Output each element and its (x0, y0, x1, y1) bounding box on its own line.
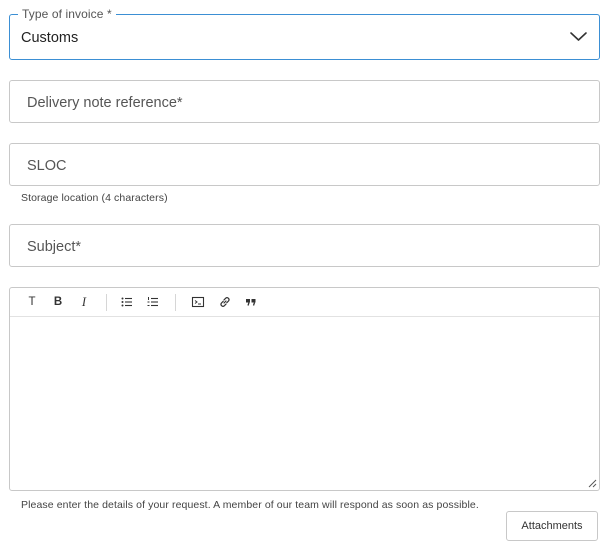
bold-button[interactable]: B (51, 295, 65, 309)
invoice-type-select[interactable]: Type of invoice * Customs (9, 7, 600, 60)
delivery-note-field[interactable]: Delivery note reference* (9, 80, 600, 123)
details-editor: T B I (9, 287, 600, 491)
toolbar-divider (175, 294, 176, 311)
sloc-placeholder: SLOC (27, 158, 67, 174)
subject-field[interactable]: Subject* (9, 224, 600, 267)
invoice-type-label: Type of invoice * (18, 7, 116, 22)
link-icon[interactable] (218, 295, 232, 309)
chevron-down-icon[interactable] (570, 31, 587, 42)
invoice-type-value: Customs (21, 30, 79, 46)
details-helper-text: Please enter the details of your request… (21, 499, 479, 511)
editor-content-area[interactable] (10, 318, 599, 490)
bulleted-list-icon[interactable] (120, 295, 134, 309)
delivery-note-placeholder: Delivery note reference* (27, 95, 183, 111)
sloc-helper-text: Storage location (4 characters) (21, 192, 168, 204)
resize-handle-icon[interactable] (588, 479, 597, 488)
subject-placeholder: Subject* (27, 239, 82, 255)
editor-toolbar: T B I (10, 288, 599, 317)
sloc-field[interactable]: SLOC (9, 143, 600, 186)
numbered-list-icon[interactable] (146, 295, 160, 309)
text-style-button[interactable]: T (25, 295, 39, 309)
quote-icon[interactable] (244, 295, 258, 309)
attachments-button[interactable]: Attachments (506, 511, 598, 541)
code-block-icon[interactable] (191, 295, 205, 309)
toolbar-divider (106, 294, 107, 311)
italic-button[interactable]: I (77, 295, 91, 309)
